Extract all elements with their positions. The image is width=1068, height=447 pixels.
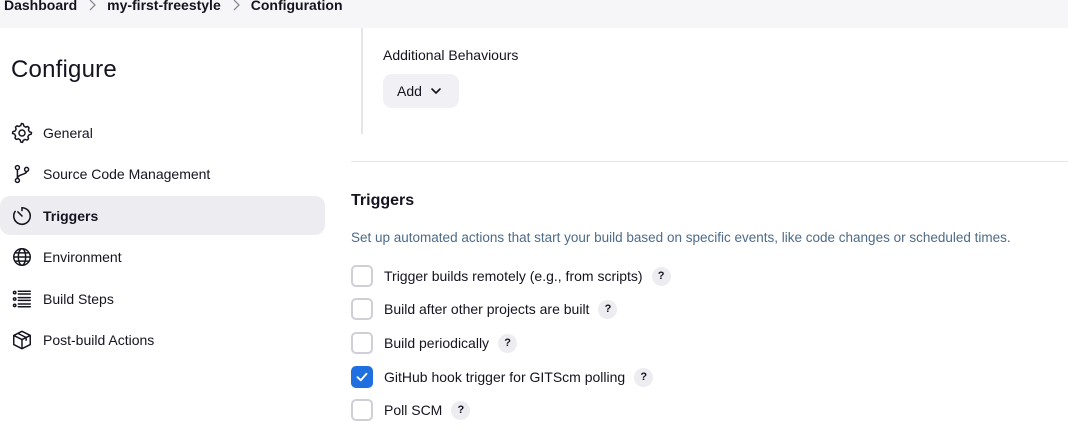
help-icon[interactable]: ?: [598, 299, 618, 319]
trigger-option-after-other-projects: Build after other projects are built ?: [351, 298, 618, 320]
help-icon[interactable]: ?: [651, 266, 671, 286]
triggers-section-description: Set up automated actions that start your…: [351, 230, 1011, 245]
triggers-section-title: Triggers: [351, 192, 415, 209]
page-title: Configure: [11, 56, 117, 83]
git-branch-icon: [11, 163, 33, 185]
chevron-down-icon: [431, 88, 441, 94]
section-divider: [351, 161, 1068, 162]
help-icon[interactable]: ?: [451, 400, 471, 420]
trigger-option-periodically: Build periodically ?: [351, 332, 518, 354]
github-hook-trigger-checkbox[interactable]: [351, 366, 373, 388]
trigger-option-label[interactable]: Poll SCM: [384, 402, 442, 418]
sidebar-item-triggers[interactable]: Triggers: [0, 196, 325, 235]
build-periodically-checkbox[interactable]: [351, 332, 373, 354]
trigger-option-poll-scm: Poll SCM ?: [351, 399, 471, 421]
sidebar-item-label: General: [43, 124, 93, 141]
sidebar-item-label: Triggers: [43, 207, 99, 224]
sidebar-item-environment[interactable]: Environment: [0, 238, 325, 277]
chevron-right-icon: [221, 0, 251, 12]
build-after-other-projects-checkbox[interactable]: [351, 298, 373, 320]
trigger-remote-checkbox[interactable]: [351, 265, 373, 287]
breadcrumb-configuration[interactable]: Configuration: [251, 0, 343, 12]
section-indent-line: [361, 28, 363, 134]
additional-behaviours-label: Additional Behaviours: [383, 47, 519, 63]
poll-scm-checkbox[interactable]: [351, 399, 373, 421]
timer-icon: [11, 205, 33, 227]
sidebar-item-label: Build Steps: [43, 290, 114, 307]
sidebar-item-general[interactable]: General: [0, 113, 325, 152]
sidebar-item-label: Environment: [43, 249, 122, 265]
sidebar-item-label: Post-build Actions: [43, 332, 155, 348]
trigger-option-label[interactable]: Trigger builds remotely (e.g., from scri…: [384, 268, 643, 284]
help-icon[interactable]: ?: [498, 333, 518, 353]
breadcrumb-dashboard[interactable]: Dashboard: [4, 0, 77, 12]
sidebar-item-post-build-actions[interactable]: Post-build Actions: [0, 321, 325, 360]
package-icon: [11, 329, 33, 351]
globe-icon: [11, 246, 33, 268]
checkmark-icon: [356, 372, 368, 382]
trigger-option-label[interactable]: Build periodically: [384, 335, 489, 351]
add-button-label: Add: [397, 83, 422, 99]
sidebar-nav: General Source Code Management Triggers …: [0, 113, 325, 362]
sidebar-item-label: Source Code Management: [43, 166, 211, 182]
trigger-option-remote: Trigger builds remotely (e.g., from scri…: [351, 265, 671, 287]
breadcrumb-project[interactable]: my-first-freestyle: [107, 0, 221, 12]
help-icon[interactable]: ?: [634, 367, 654, 387]
list-icon: [11, 288, 33, 310]
add-behaviour-button[interactable]: Add: [383, 74, 459, 108]
trigger-option-label[interactable]: GitHub hook trigger for GITScm polling: [384, 369, 625, 385]
trigger-option-github-hook: GitHub hook trigger for GITScm polling ?: [351, 366, 654, 388]
sidebar-item-build-steps[interactable]: Build Steps: [0, 279, 325, 318]
chevron-right-icon: [77, 0, 107, 12]
breadcrumb: Dashboard my-first-freestyle Configurati…: [0, 0, 1068, 28]
trigger-option-label[interactable]: Build after other projects are built: [384, 301, 589, 317]
gear-icon: [11, 122, 33, 144]
sidebar-item-source-code-management[interactable]: Source Code Management: [0, 155, 325, 194]
